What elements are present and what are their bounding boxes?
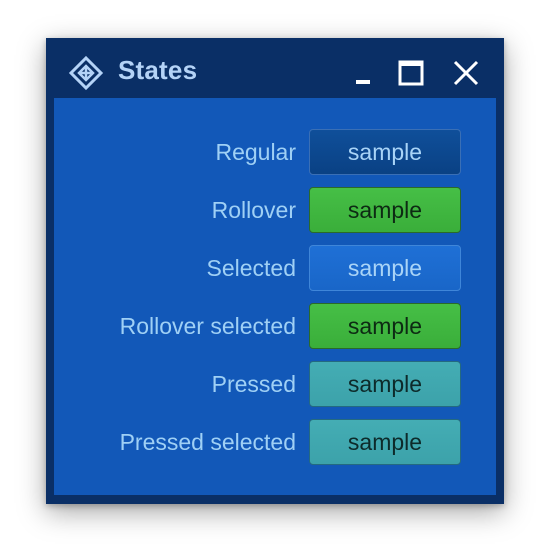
states-window: States Regular sample Rollover sample Se… (46, 38, 504, 504)
state-row-rollover-selected: Rollover selected sample (54, 303, 496, 349)
state-row-pressed: Pressed sample (54, 361, 496, 407)
diamond-grid-icon (68, 55, 104, 91)
sample-button-selected[interactable]: sample (309, 245, 461, 291)
state-label: Rollover selected (119, 313, 296, 339)
title-bar[interactable]: States (46, 38, 504, 98)
state-label: Rollover (211, 197, 296, 223)
sample-button-pressed-selected[interactable]: sample (309, 419, 461, 465)
maximize-icon[interactable] (396, 58, 426, 88)
state-label: Regular (215, 139, 296, 165)
sample-button-pressed[interactable]: sample (309, 361, 461, 407)
state-row-regular: Regular sample (54, 129, 496, 175)
window-title: States (118, 55, 198, 85)
sample-button-rollover[interactable]: sample (309, 187, 461, 233)
state-label: Selected (206, 255, 296, 281)
state-label: Pressed (211, 371, 296, 397)
content-panel: Regular sample Rollover sample Selected … (54, 98, 496, 495)
state-label: Pressed selected (119, 429, 296, 455)
minimize-icon[interactable] (348, 58, 378, 88)
state-row-pressed-selected: Pressed selected sample (54, 419, 496, 465)
state-row-rollover: Rollover sample (54, 187, 496, 233)
sample-button-rollover-selected[interactable]: sample (309, 303, 461, 349)
close-icon[interactable] (451, 58, 481, 88)
state-row-selected: Selected sample (54, 245, 496, 291)
sample-button-regular[interactable]: sample (309, 129, 461, 175)
